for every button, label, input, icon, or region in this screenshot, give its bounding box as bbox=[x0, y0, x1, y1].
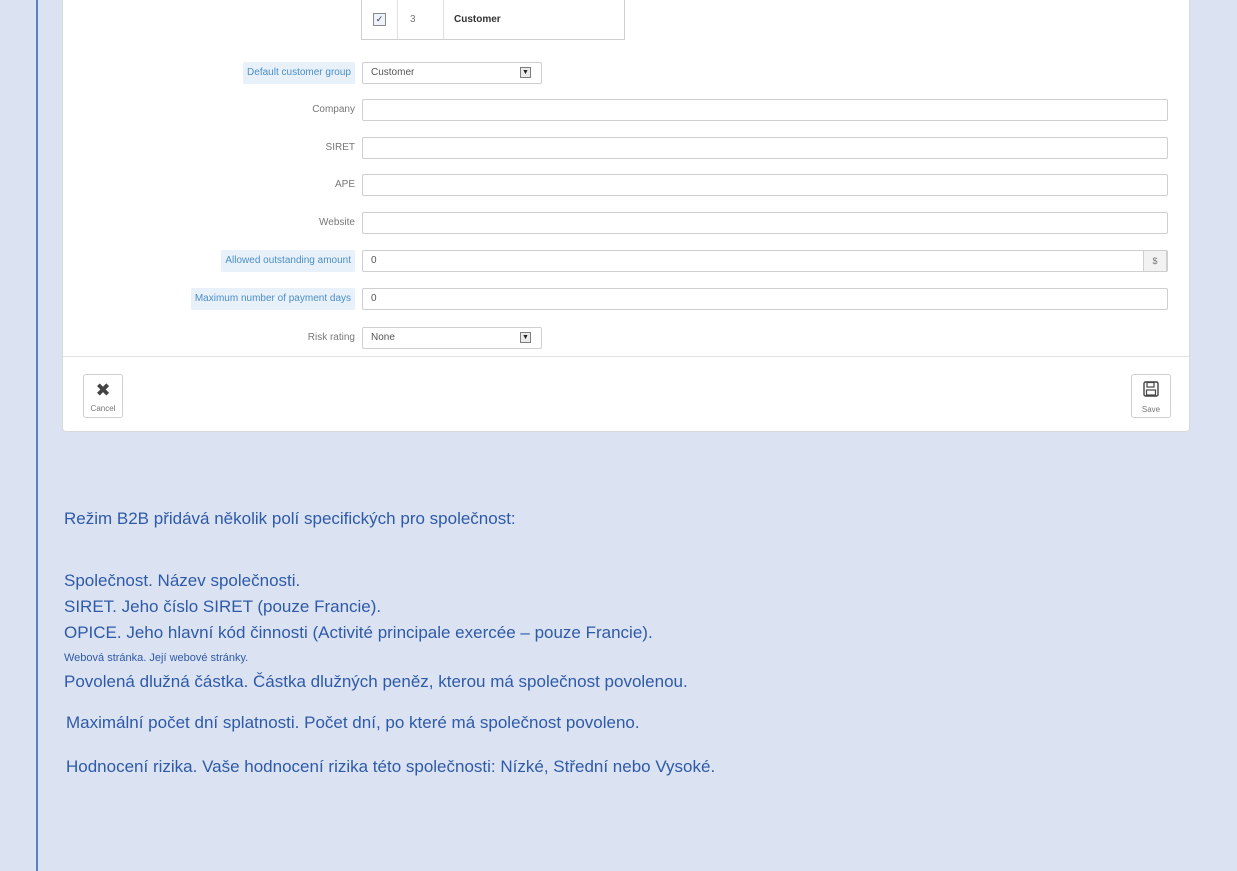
ape-label: APE bbox=[334, 179, 355, 190]
company-label: Company bbox=[312, 104, 355, 115]
ape-input[interactable] bbox=[362, 174, 1168, 196]
company-row: Company bbox=[63, 99, 1191, 121]
desc-website: Webová stránka. Její webové stránky. bbox=[64, 652, 249, 664]
desc-company: Společnost. Název společnosti. bbox=[64, 571, 301, 590]
website-row: Website bbox=[63, 212, 1191, 234]
outstanding-row: Allowed outstanding amount 0 $ bbox=[63, 250, 1191, 272]
save-label: Save bbox=[1141, 405, 1161, 414]
outstanding-input[interactable]: 0 $ bbox=[362, 250, 1168, 272]
risk-row: Risk rating None ▼ bbox=[63, 327, 1191, 349]
website-label: Website bbox=[319, 217, 355, 228]
default-group-value: Customer bbox=[371, 67, 415, 78]
cancel-button[interactable]: ✖ Cancel bbox=[83, 374, 123, 418]
siret-label: SIRET bbox=[325, 142, 355, 153]
b2b-intro: Režim B2B přidává několik polí specifick… bbox=[64, 509, 516, 528]
customer-form-panel: ✓ 3 Customer Default customer group Cust… bbox=[62, 0, 1190, 432]
floppy-disk-icon bbox=[1132, 381, 1170, 400]
default-group-label: Default customer group bbox=[243, 62, 355, 84]
risk-label: Risk rating bbox=[307, 332, 355, 343]
group-name: Customer bbox=[454, 14, 501, 25]
desc-siret: SIRET. Jeho číslo SIRET (pouze Francie). bbox=[64, 597, 382, 616]
group-checkbox[interactable]: ✓ bbox=[373, 13, 386, 26]
desc-payment-days: Maximální počet dní splatnosti. Počet dn… bbox=[66, 713, 640, 732]
outstanding-label: Allowed outstanding amount bbox=[221, 250, 355, 272]
desc-outstanding: Povolená dlužná částka. Částka dlužných … bbox=[64, 672, 688, 691]
risk-value: None bbox=[371, 332, 395, 343]
page-left-border bbox=[36, 0, 38, 871]
group-id: 3 bbox=[398, 0, 444, 39]
default-group-select[interactable]: Customer ▼ bbox=[362, 62, 542, 84]
siret-row: SIRET bbox=[63, 137, 1191, 159]
save-button[interactable]: Save bbox=[1131, 374, 1171, 418]
chevron-down-icon: ▼ bbox=[520, 67, 531, 78]
company-input[interactable] bbox=[362, 99, 1168, 121]
group-checkbox-cell: ✓ bbox=[362, 0, 398, 39]
desc-risk: Hodnocení rizika. Vaše hodnocení rizika … bbox=[66, 757, 716, 776]
ape-row: APE bbox=[63, 174, 1191, 196]
desc-ape: OPICE. Jeho hlavní kód činnosti (Activit… bbox=[64, 623, 653, 642]
payment-days-label: Maximum number of payment days bbox=[190, 288, 355, 310]
form-footer-divider bbox=[63, 356, 1189, 357]
cancel-label: Cancel bbox=[90, 404, 116, 413]
currency-addon: $ bbox=[1143, 250, 1167, 272]
risk-select[interactable]: None ▼ bbox=[362, 327, 542, 349]
website-input[interactable] bbox=[362, 212, 1168, 234]
payment-days-row: Maximum number of payment days 0 bbox=[63, 288, 1191, 310]
group-access-table: ✓ 3 Customer bbox=[361, 0, 625, 40]
default-group-row: Default customer group Customer ▼ bbox=[63, 62, 1191, 84]
close-icon: ✖ bbox=[95, 380, 111, 400]
outstanding-value: 0 bbox=[371, 255, 377, 266]
siret-input[interactable] bbox=[362, 137, 1168, 159]
chevron-down-icon: ▼ bbox=[520, 332, 531, 343]
payment-days-input[interactable]: 0 bbox=[362, 288, 1168, 310]
